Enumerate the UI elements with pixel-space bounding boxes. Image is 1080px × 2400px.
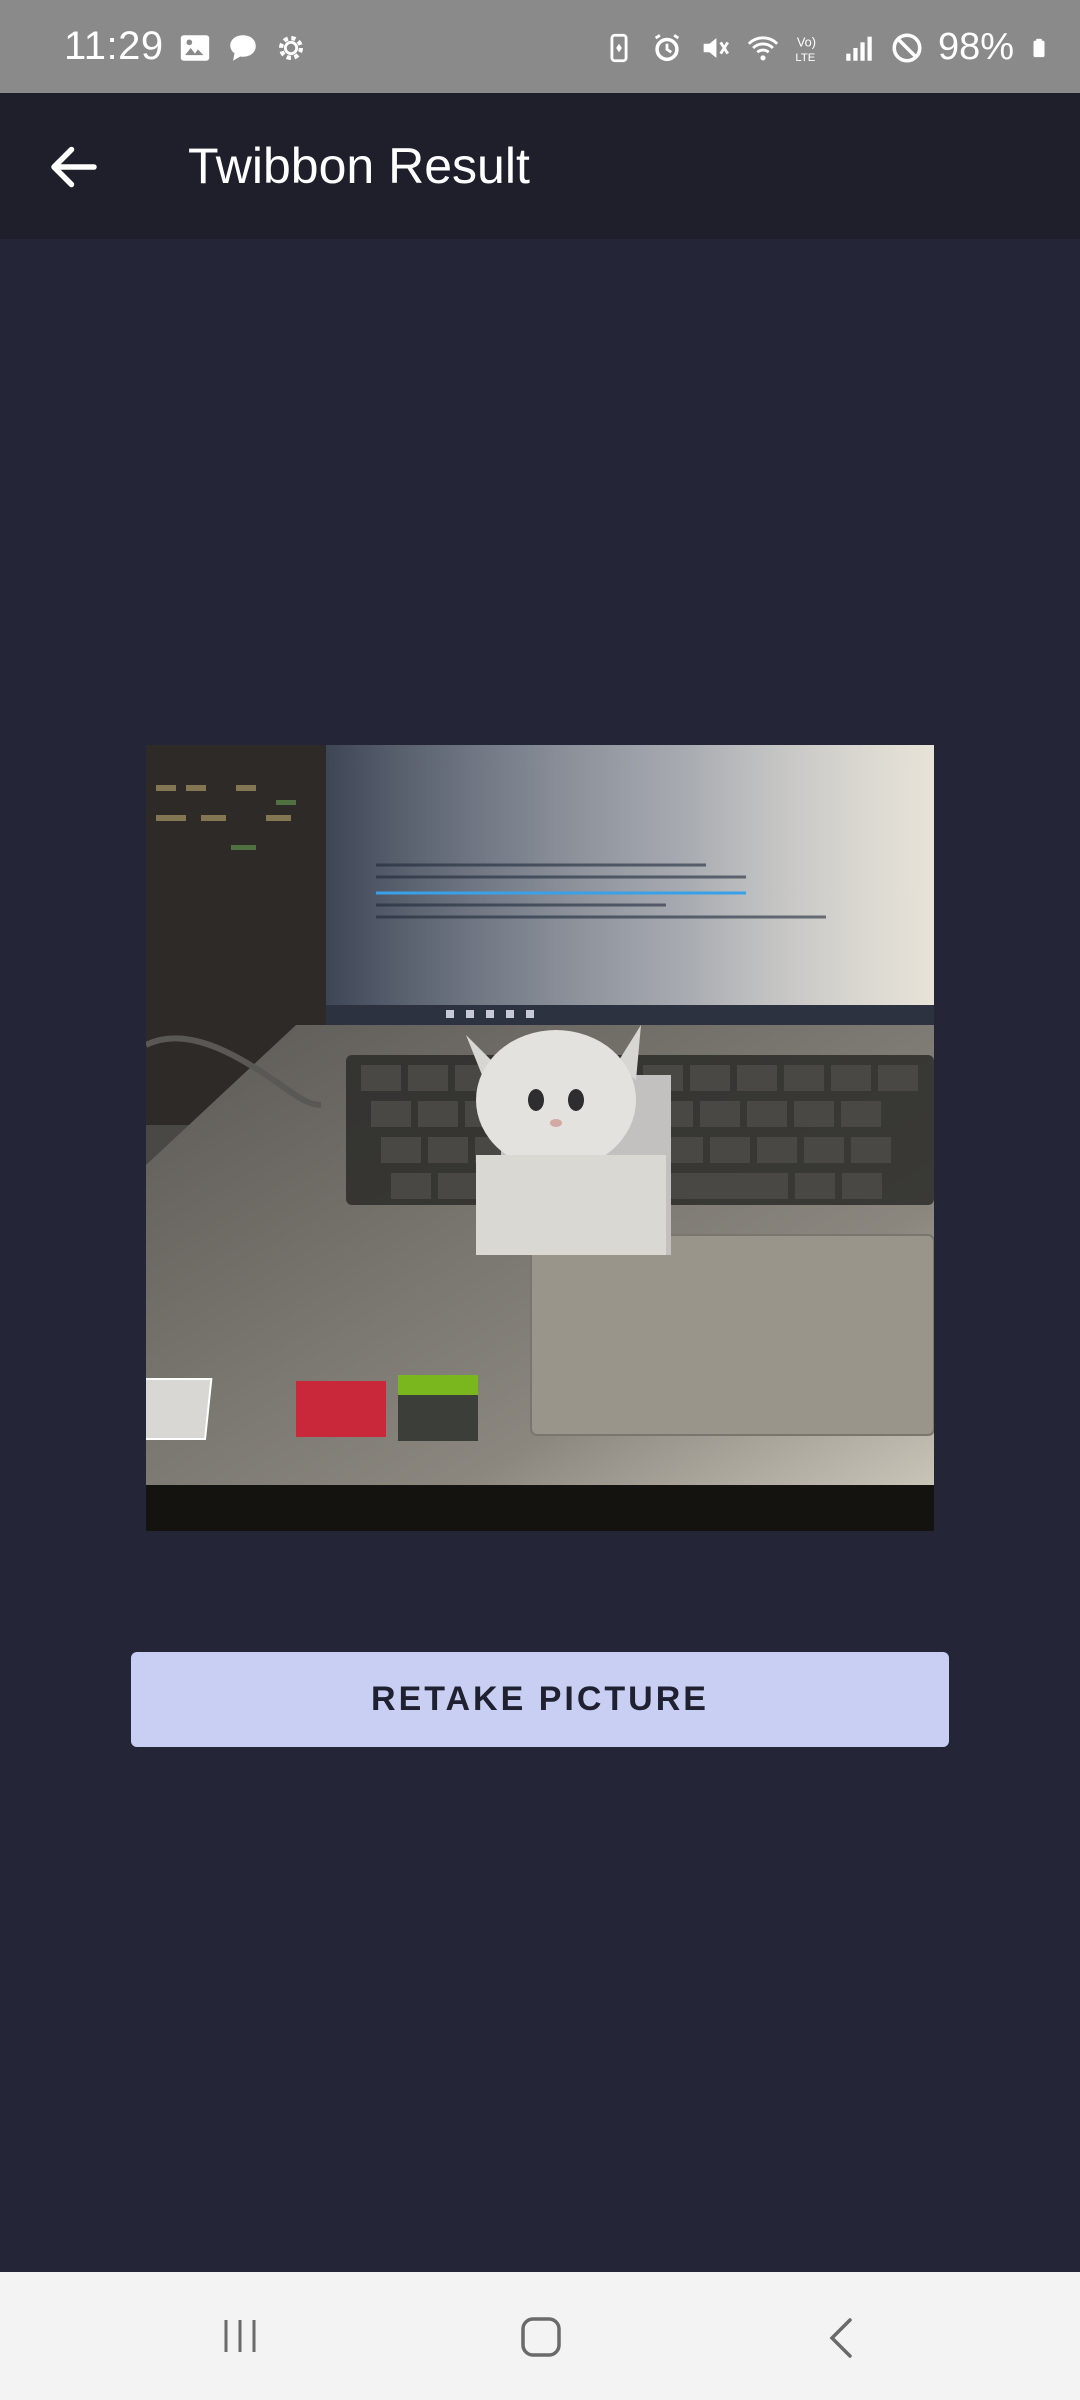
- mute-icon: [703, 37, 729, 58]
- battery-percent: 98%: [937, 26, 1014, 68]
- signal-icon: [846, 36, 872, 61]
- wifi-icon: [747, 35, 779, 60]
- gallery-icon: [180, 35, 210, 61]
- photo-laptop-with-cat-overlay: [146, 745, 934, 1531]
- page-title: Twibbon Result: [188, 138, 530, 194]
- retake-picture-button[interactable]: RETAKE PICTURE: [131, 1652, 949, 1747]
- arrow-back-icon[interactable]: [44, 137, 104, 197]
- status-right-icons: Vo) LTE 98%: [602, 26, 1050, 69]
- twibbon-result-image: [146, 745, 934, 1531]
- alarm-icon: [654, 33, 680, 61]
- do-not-disturb-icon: [892, 32, 922, 63]
- volte-icon: Vo) LTE: [795, 34, 816, 63]
- app-bar: Twibbon Result: [0, 93, 1080, 239]
- svg-text:Vo): Vo): [797, 34, 816, 49]
- settings-icon: [278, 35, 304, 61]
- svg-text:LTE: LTE: [795, 51, 815, 63]
- chat-bubble-icon: [230, 35, 256, 61]
- battery-saver-icon: [610, 33, 628, 62]
- home-icon[interactable]: [520, 2316, 562, 2358]
- status-bar: 11:29 Vo) LTE 98%: [0, 0, 1080, 93]
- system-nav-bar: [0, 2272, 1080, 2400]
- back-icon[interactable]: [822, 2316, 862, 2360]
- status-time: 11:29: [64, 24, 164, 68]
- battery-icon: [1033, 38, 1045, 57]
- recents-icon[interactable]: [220, 2316, 260, 2356]
- status-left-icons: [178, 30, 308, 66]
